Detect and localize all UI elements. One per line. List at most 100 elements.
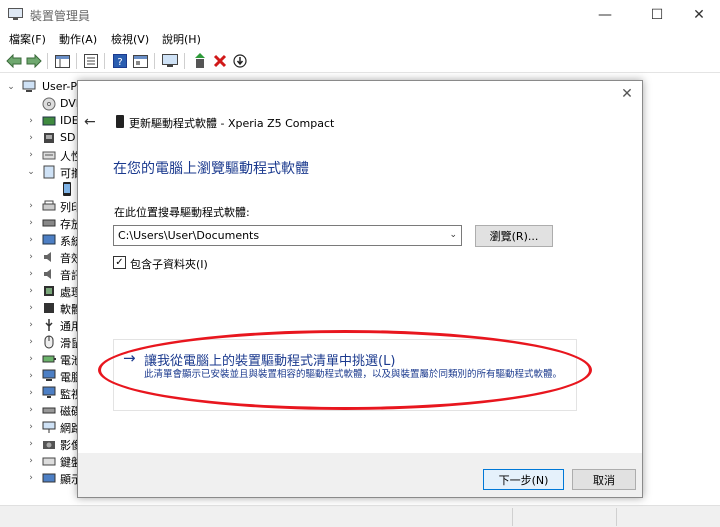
tree-row[interactable]: › 電腦	[0, 368, 78, 385]
tree-row-label: 電池	[60, 354, 78, 367]
expand-chevron-icon[interactable]: ›	[26, 302, 36, 314]
phone-icon	[116, 115, 124, 128]
phone-icon	[63, 182, 71, 196]
monitor-icon	[42, 386, 56, 398]
expand-chevron-icon[interactable]: ›	[26, 421, 36, 433]
update-driver-icon[interactable]	[191, 52, 209, 70]
expand-chevron-icon[interactable]: ›	[26, 455, 36, 467]
dialog-close-icon[interactable]: ✕	[620, 87, 634, 101]
display-adapter-icon	[42, 473, 56, 483]
collapse-chevron-icon[interactable]: ⌄	[26, 166, 36, 178]
tree-row[interactable]: › 處理	[0, 283, 78, 300]
expand-chevron-icon[interactable]: ›	[26, 115, 36, 127]
expand-chevron-icon[interactable]: ›	[26, 353, 36, 365]
expand-chevron-icon[interactable]: ›	[26, 336, 36, 348]
chevron-down-icon[interactable]: ⌄	[449, 230, 457, 240]
keyboard-icon	[42, 457, 56, 466]
browse-button[interactable]: 瀏覽(R)...	[475, 225, 553, 247]
toolbar: ?	[0, 49, 720, 73]
list-view-icon[interactable]	[82, 52, 100, 70]
search-path-combobox[interactable]: C:\Users\User\Documents ⌄	[113, 225, 462, 246]
forward-arrow-icon[interactable]	[25, 52, 43, 70]
tree-row[interactable]: DVI	[0, 96, 78, 113]
expand-chevron-icon[interactable]: ›	[26, 251, 36, 263]
uninstall-icon[interactable]	[211, 52, 229, 70]
tree-row[interactable]: › 軟體	[0, 300, 78, 317]
title-bar: 裝置管理員 — ☐ ✕	[0, 0, 720, 30]
expand-chevron-icon[interactable]: ›	[26, 217, 36, 229]
status-divider	[512, 508, 513, 526]
include-subfolders-label[interactable]: 包含子資料夾(I)	[130, 256, 208, 272]
window-view-icon[interactable]	[131, 52, 149, 70]
minimize-button[interactable]: —	[582, 0, 628, 30]
tree-row-label: 監視	[60, 388, 78, 401]
menu-help[interactable]: 說明(H)	[162, 31, 201, 47]
back-arrow-icon[interactable]	[5, 52, 23, 70]
tree-row[interactable]: › 網路	[0, 419, 78, 436]
tree-row-xperia[interactable]	[0, 181, 78, 198]
portable-device-icon	[43, 165, 55, 179]
tree-row[interactable]: ⌄ 可攜	[0, 164, 78, 181]
tree-row[interactable]: › 電池	[0, 351, 78, 368]
expand-chevron-icon[interactable]: ›	[26, 149, 36, 161]
network-adapter-icon	[42, 421, 56, 433]
expand-chevron-icon[interactable]: ›	[26, 319, 36, 331]
collapse-chevron-icon[interactable]: ⌄	[6, 81, 16, 93]
tree-row-label: 網路	[60, 422, 78, 435]
tree-row-label: 系統	[60, 235, 78, 248]
tree-row[interactable]: › IDE	[0, 113, 78, 130]
tree-row-root[interactable]: ⌄ User-P	[0, 79, 78, 96]
tree-row-label: 電腦	[60, 371, 78, 384]
expand-chevron-icon[interactable]: ›	[26, 200, 36, 212]
next-button[interactable]: 下一步(N)	[483, 469, 564, 490]
disable-device-icon[interactable]	[231, 52, 249, 70]
storage-icon	[42, 219, 56, 227]
tree-row[interactable]: › 監視	[0, 385, 78, 402]
pick-from-list-option[interactable]: → 讓我從電腦上的裝置驅動程式清單中挑選(L) 此清單會顯示已安裝並且與裝置相容…	[113, 339, 577, 411]
tree-row[interactable]: › 通用	[0, 317, 78, 334]
tree-row[interactable]: › 磁碟	[0, 402, 78, 419]
disk-drive-icon	[42, 407, 56, 414]
menu-file[interactable]: 檔案(F)	[9, 31, 46, 47]
tree-row[interactable]: › 鍵盤	[0, 453, 78, 470]
expand-chevron-icon[interactable]: ›	[26, 438, 36, 450]
back-arrow-icon[interactable]: ←	[84, 114, 100, 130]
menu-view[interactable]: 檢視(V)	[111, 31, 149, 47]
tree-row-label: 影像	[60, 439, 78, 452]
scan-hardware-icon[interactable]	[161, 52, 179, 70]
expand-chevron-icon[interactable]: ›	[26, 268, 36, 280]
tree-row-label: 軟體	[60, 303, 78, 316]
status-divider	[616, 508, 617, 526]
expand-chevron-icon[interactable]: ›	[26, 370, 36, 382]
window-title: 裝置管理員	[30, 9, 91, 23]
help-icon[interactable]: ?	[111, 52, 129, 70]
close-button[interactable]: ✕	[676, 0, 720, 30]
expand-chevron-icon[interactable]: ›	[26, 472, 36, 484]
expand-chevron-icon[interactable]: ›	[26, 404, 36, 416]
tree-row[interactable]: › 顯示	[0, 470, 78, 487]
tree-row[interactable]: › SD	[0, 130, 78, 147]
expand-chevron-icon[interactable]: ›	[26, 234, 36, 246]
tree-row[interactable]: › 存放	[0, 215, 78, 232]
menu-action[interactable]: 動作(A)	[59, 31, 97, 47]
tree-row[interactable]: › 影像	[0, 436, 78, 453]
ide-controller-icon	[42, 116, 56, 126]
tree-row[interactable]: › 音效	[0, 249, 78, 266]
pick-from-list-link[interactable]: 讓我從電腦上的裝置驅動程式清單中挑選(L)	[144, 350, 395, 369]
tree-row[interactable]: › 列印	[0, 198, 78, 215]
expand-chevron-icon[interactable]: ›	[26, 387, 36, 399]
tree-row[interactable]: › 系統	[0, 232, 78, 249]
tree-row[interactable]: › 人性	[0, 147, 78, 164]
expand-chevron-icon[interactable]: ›	[26, 132, 36, 144]
expand-chevron-icon[interactable]: ›	[26, 285, 36, 297]
tree-row[interactable]: › 音訊	[0, 266, 78, 283]
tree-row-label: 顯示	[60, 473, 78, 486]
properties-view-icon[interactable]	[53, 52, 71, 70]
maximize-button[interactable]: ☐	[634, 0, 680, 30]
tree-row[interactable]: › 滑鼠	[0, 334, 78, 351]
computer-icon	[22, 80, 36, 92]
menu-bar: 檔案(F) 動作(A) 檢視(V) 說明(H)	[0, 30, 720, 48]
speaker-icon	[44, 252, 51, 262]
cancel-button[interactable]: 取消	[572, 469, 636, 490]
include-subfolders-checkbox[interactable]: ✓	[113, 256, 126, 269]
